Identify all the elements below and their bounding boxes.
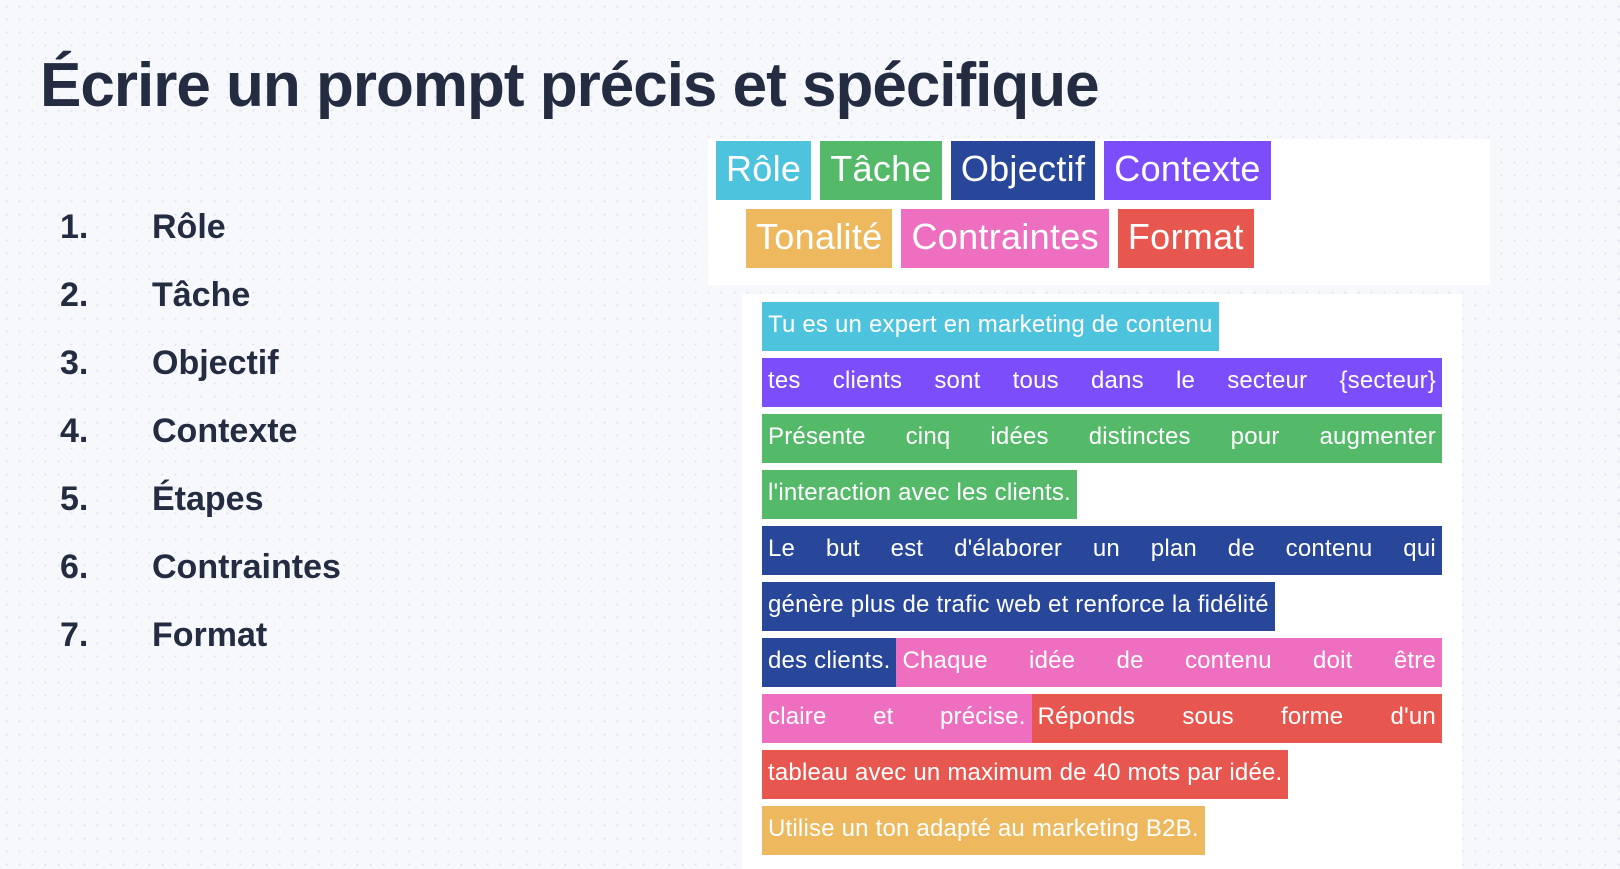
legend-chip-tonalit: Tonalité [746, 208, 893, 268]
step-number: 7. [60, 616, 89, 654]
prompt-line: claire et précise. Réponds sous forme d'un [742, 694, 1462, 743]
step-number: 2. [60, 276, 89, 314]
prompt-line: Tu es un expert en marketing de contenu [742, 302, 1462, 351]
prompt-segment-tache: l'interaction avec les clients. [762, 470, 1077, 519]
prompt-segment-contraintes: Chaque idée de contenu doit être [896, 638, 1442, 687]
step-item-rôle: 1. Rôle [60, 208, 580, 276]
step-number: 3. [60, 344, 89, 382]
step-label: Format [152, 616, 268, 654]
step-item-contraintes: 6. Contraintes [60, 548, 580, 616]
legend-chip-objectif: Objectif [950, 140, 1096, 200]
legend-chip-contexte: Contexte [1104, 140, 1271, 200]
example-prompt-block: Tu es un expert en marketing de contenu t… [742, 294, 1462, 869]
prompt-line: Le but est d'élaborer un plan de contenu qui [742, 526, 1462, 575]
step-label: Contexte [152, 412, 298, 450]
step-label: Rôle [152, 208, 226, 246]
page-title: Écrire un prompt précis et spécifique [40, 50, 1100, 120]
prompt-line: Présente cinq idées distinctes pour augmenter [742, 414, 1462, 463]
step-item-étapes: 5. Étapes [60, 480, 580, 548]
prompt-segment-contraintes: claire et précise. [762, 694, 1032, 743]
prompt-segment-format: Réponds sous forme d'un [1031, 694, 1442, 743]
prompt-line: l'interaction avec les clients. [742, 470, 1462, 519]
step-number: 6. [60, 548, 89, 586]
step-number: 1. [60, 208, 89, 246]
prompt-segment-objectif: génère plus de trafic web et renforce la… [762, 582, 1275, 631]
legend-chip-format: Format [1117, 208, 1254, 268]
prompt-segment-format: tableau avec un maximum de 40 mots par i… [762, 750, 1289, 799]
step-item-contexte: 4. Contexte [60, 412, 580, 480]
step-number: 4. [60, 412, 89, 450]
prompt-line: Utilise un ton adapté au marketing B2B. [742, 806, 1462, 855]
prompt-line: des clients. Chaque idée de contenu doit être [742, 638, 1462, 687]
step-item-format: 7. Format [60, 616, 580, 684]
legend-row-2: Tonalité Contraintes Format [708, 207, 1490, 269]
legend-chip-tche: Tâche [820, 140, 942, 200]
legend-card: Rôle Tâche Objectif Contexte Tonalité Contra… [708, 139, 1490, 285]
step-item-tâche: 2. Tâche [60, 276, 580, 344]
prompt-segment-role: Tu es un expert en marketing de contenu [762, 302, 1219, 351]
prompt-segment-objectif: des clients. [762, 638, 897, 687]
prompt-line: génère plus de trafic web et renforce la… [742, 582, 1462, 631]
step-label: Objectif [152, 344, 279, 382]
step-label: Tâche [152, 276, 251, 314]
step-label: Étapes [152, 480, 264, 518]
prompt-segment-tache: Présente cinq idées distinctes pour augmenter [762, 414, 1442, 463]
prompt-segment-tonalite: Utilise un ton adapté au marketing B2B. [762, 806, 1205, 855]
steps-list: 1. Rôle 2. Tâche 3. Objectif 4. Contexte 5. Étape… [60, 208, 580, 684]
prompt-line: tes clients sont tous dans le secteur {secteur} [742, 358, 1462, 407]
legend-chip-rle: Rôle [716, 140, 812, 200]
step-item-objectif: 3. Objectif [60, 344, 580, 412]
prompt-segment-contexte: tes clients sont tous dans le secteur {secteur} [762, 358, 1442, 407]
prompt-segment-objectif: Le but est d'élaborer un plan de contenu qui [762, 526, 1442, 575]
prompt-line: tableau avec un maximum de 40 mots par i… [742, 750, 1462, 799]
legend-chip-contraintes: Contraintes [901, 208, 1109, 268]
step-label: Contraintes [152, 548, 341, 586]
legend-row-1: Rôle Tâche Objectif Contexte [708, 139, 1490, 201]
step-number: 5. [60, 480, 89, 518]
